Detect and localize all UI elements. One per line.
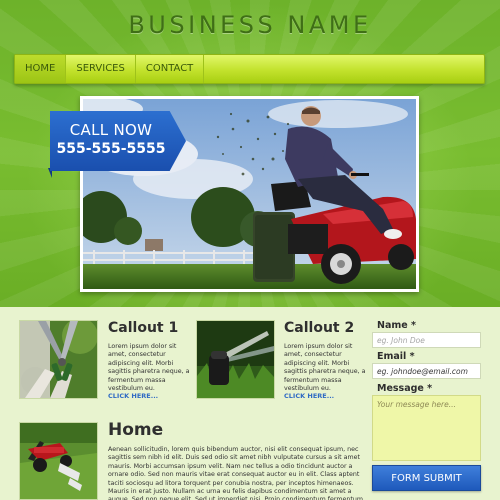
message-label: Message * (377, 383, 433, 394)
call-now-label: CALL NOW (69, 121, 153, 139)
lawn-mower-photo-icon (20, 423, 97, 499)
call-now-banner[interactable]: CALL NOW 555-555-5555 (50, 111, 186, 171)
header-area: BUSINESS NAME HOME SERVICES CONTACT CALL… (0, 0, 500, 307)
name-input[interactable] (372, 332, 481, 348)
callout-2-text: Lorem ipsum dolor sit amet, consectetur … (284, 343, 366, 393)
callout-2-link[interactable]: CLICK HERE... (284, 392, 334, 400)
home-image (19, 422, 98, 500)
main-nav: HOME SERVICES CONTACT (14, 54, 485, 84)
callout-1-text: Lorem ipsum dolor sit amet, consectetur … (108, 343, 190, 393)
home-text: Aenean sollicitudin, lorem quis bibendum… (108, 446, 363, 500)
callout-2-title: Callout 2 (284, 320, 355, 336)
form-submit-button[interactable]: FORM SUBMIT (372, 465, 481, 491)
email-input[interactable] (372, 363, 481, 379)
nav-services[interactable]: SERVICES (66, 55, 136, 83)
brand-title: BUSINESS NAME (128, 11, 372, 39)
nav-home[interactable]: HOME (15, 55, 67, 83)
phone-number[interactable]: 555-555-5555 (50, 141, 172, 157)
name-label: Name * (377, 320, 416, 331)
hedge-shears-photo-icon (20, 321, 97, 398)
callout-2-image (196, 320, 275, 399)
callout-1-link[interactable]: CLICK HERE... (108, 392, 158, 400)
home-title: Home (108, 420, 164, 440)
callout-1-image (19, 320, 98, 399)
email-label: Email * (377, 351, 415, 362)
callout-1-title: Callout 1 (108, 320, 179, 336)
message-input[interactable] (372, 395, 481, 461)
sprinkler-photo-icon (197, 321, 274, 398)
nav-contact[interactable]: CONTACT (136, 55, 205, 83)
